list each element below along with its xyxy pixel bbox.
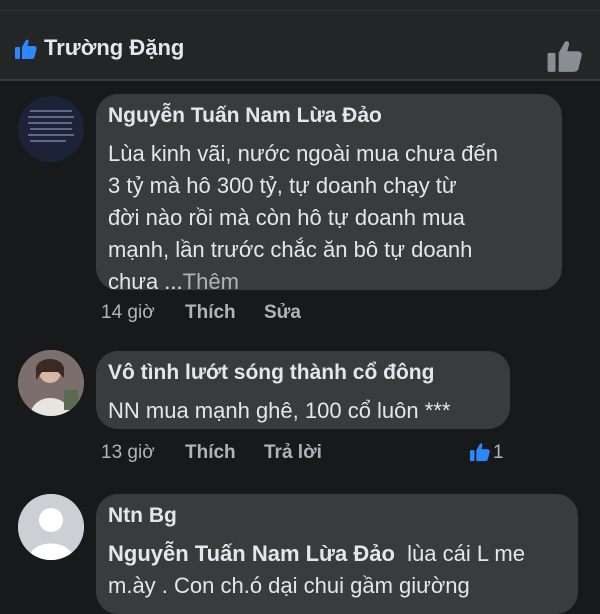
see-more-link[interactable]: Thêm <box>183 269 239 294</box>
comment-line-text: chưa ... <box>108 269 183 294</box>
comment-author[interactable]: Ntn Bg <box>108 504 177 528</box>
comment-bubble[interactable]: Ntn Bg Nguyễn Tuấn Nam Lừa Đảo lùa cái L… <box>96 494 578 614</box>
comment-line: Nguyễn Tuấn Nam Lừa Đảo lùa cái L me <box>108 538 525 570</box>
comment-line: đời nào rồi mà còn hô tự doanh mua <box>108 205 465 230</box>
divider <box>0 79 600 81</box>
comment-bubble[interactable]: Nguyễn Tuấn Nam Lừa Đảo Lùa kinh vãi, nư… <box>96 94 562 294</box>
reply-button[interactable]: Trả lời <box>264 442 322 464</box>
avatar[interactable] <box>18 350 84 416</box>
thumbs-up-icon <box>15 39 37 59</box>
edit-button[interactable]: Sửa <box>264 302 301 324</box>
comment-line: m.ày . Con ch.ó dại chui gầm giường <box>108 573 470 598</box>
comment-text: NN mua mạnh ghê, 100 cổ luôn *** <box>108 395 450 427</box>
thumbs-up-icon[interactable] <box>469 441 491 463</box>
avatar[interactable] <box>18 96 84 162</box>
thumbs-up-icon[interactable] <box>546 37 584 75</box>
comment-line: 3 tỷ mà hô 300 tỷ, tự doanh chạy từ <box>108 173 457 198</box>
comment-line-text: lùa cái L me <box>394 541 525 566</box>
comment-time: 13 giờ <box>101 442 155 463</box>
reaction-count[interactable]: 1 <box>493 442 504 464</box>
like-button[interactable]: Thích <box>185 302 236 324</box>
liker-name[interactable]: Trường Đặng <box>44 35 184 61</box>
avatar-image <box>18 96 84 162</box>
avatar-image <box>18 350 84 416</box>
comment-bubble[interactable]: Vô tình lướt sóng thành cổ đông NN mua m… <box>96 351 510 429</box>
default-avatar-icon <box>18 494 84 560</box>
comment-line: Lùa kinh vãi, nước ngoài mua chưa đến <box>108 141 499 166</box>
comment-line-last: chưa ...Thêm <box>108 266 498 298</box>
mention-tag[interactable]: Nguyễn Tuấn Nam Lừa Đảo <box>108 541 395 566</box>
comment-text: Nguyễn Tuấn Nam Lừa Đảo lùa cái L me m.à… <box>108 538 525 602</box>
avatar[interactable] <box>18 494 84 560</box>
top-strip <box>0 0 600 10</box>
comment-author[interactable]: Nguyễn Tuấn Nam Lừa Đảo <box>108 104 382 128</box>
liker-row[interactable]: Trường Đặng <box>0 11 600 79</box>
like-button[interactable]: Thích <box>185 442 236 464</box>
comment-time: 14 giờ <box>101 302 155 323</box>
comment-line: mạnh, lần trước chắc ăn bô tự doanh <box>108 237 473 262</box>
comment-text: Lùa kinh vãi, nước ngoài mua chưa đến 3 … <box>108 138 498 298</box>
comment-line: NN mua mạnh ghê, 100 cổ luôn *** <box>108 398 451 423</box>
comment-author[interactable]: Vô tình lướt sóng thành cổ đông <box>108 361 434 385</box>
